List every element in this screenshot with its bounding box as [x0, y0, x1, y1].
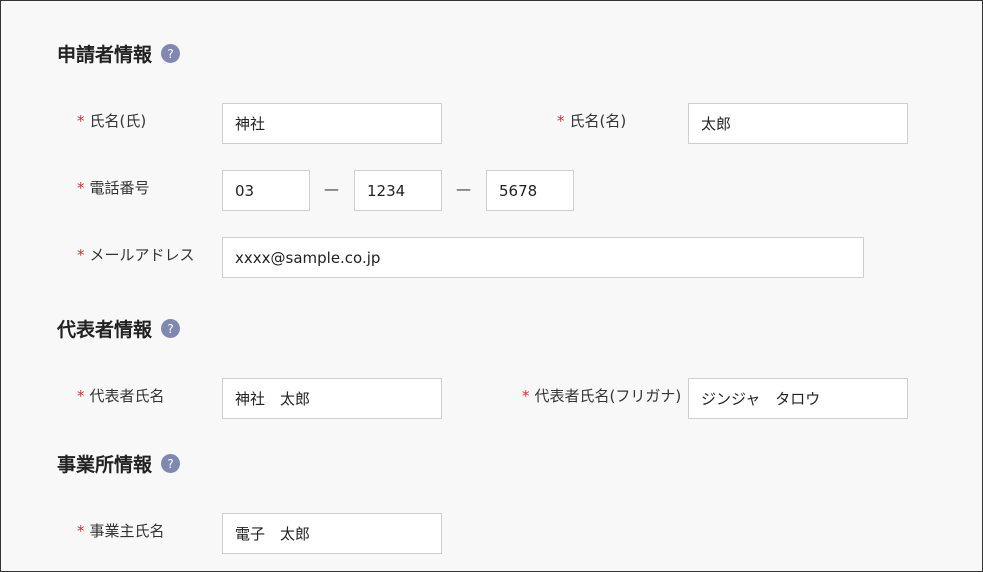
- phone-part3-input[interactable]: 5678: [486, 170, 574, 211]
- section-title-office-text: 事業所情報: [57, 454, 153, 476]
- section-title-representative: 代表者情報 ?: [57, 315, 181, 342]
- section-title-applicant: 申請者情報 ?: [57, 40, 181, 67]
- label-first-name: * 氏名(名): [557, 112, 627, 130]
- phone-separator: —: [456, 180, 471, 198]
- required-mark: *: [557, 112, 565, 130]
- label-owner-name: * 事業主氏名: [77, 522, 165, 540]
- help-icon[interactable]: ?: [161, 319, 181, 338]
- help-icon[interactable]: ?: [161, 44, 181, 63]
- section-title-representative-text: 代表者情報: [57, 319, 153, 341]
- section-title-office: 事業所情報 ?: [57, 450, 181, 477]
- form-panel: 申請者情報 ? * 氏名(氏) 神社 * 氏名(名) 太郎 * 電話番号 03 — 1…: [0, 0, 983, 572]
- phone-separator: —: [324, 180, 339, 198]
- email-input[interactable]: xxxx@sample.co.jp: [222, 237, 864, 278]
- phone-part2-input[interactable]: 1234: [354, 170, 442, 211]
- label-last-name: * 氏名(氏): [77, 112, 147, 130]
- help-icon[interactable]: ?: [161, 454, 181, 473]
- label-phone: * 電話番号: [77, 179, 150, 197]
- owner-name-input[interactable]: 電子 太郎: [222, 513, 442, 554]
- section-title-applicant-text: 申請者情報: [57, 44, 153, 66]
- last-name-input[interactable]: 神社: [222, 103, 442, 144]
- required-mark: *: [77, 112, 85, 130]
- label-rep-name-kana: * 代表者氏名(フリガナ): [522, 387, 682, 405]
- first-name-input[interactable]: 太郎: [688, 103, 908, 144]
- rep-name-input[interactable]: 神社 太郎: [222, 378, 442, 419]
- label-email: * メールアドレス: [77, 246, 195, 264]
- required-mark: *: [522, 387, 530, 405]
- phone-part1-input[interactable]: 03: [222, 170, 310, 211]
- required-mark: *: [77, 522, 85, 540]
- required-mark: *: [77, 179, 85, 197]
- label-rep-name: * 代表者氏名: [77, 387, 165, 405]
- required-mark: *: [77, 387, 85, 405]
- required-mark: *: [77, 246, 85, 264]
- rep-name-kana-input[interactable]: ジンジャ タロウ: [688, 378, 908, 419]
